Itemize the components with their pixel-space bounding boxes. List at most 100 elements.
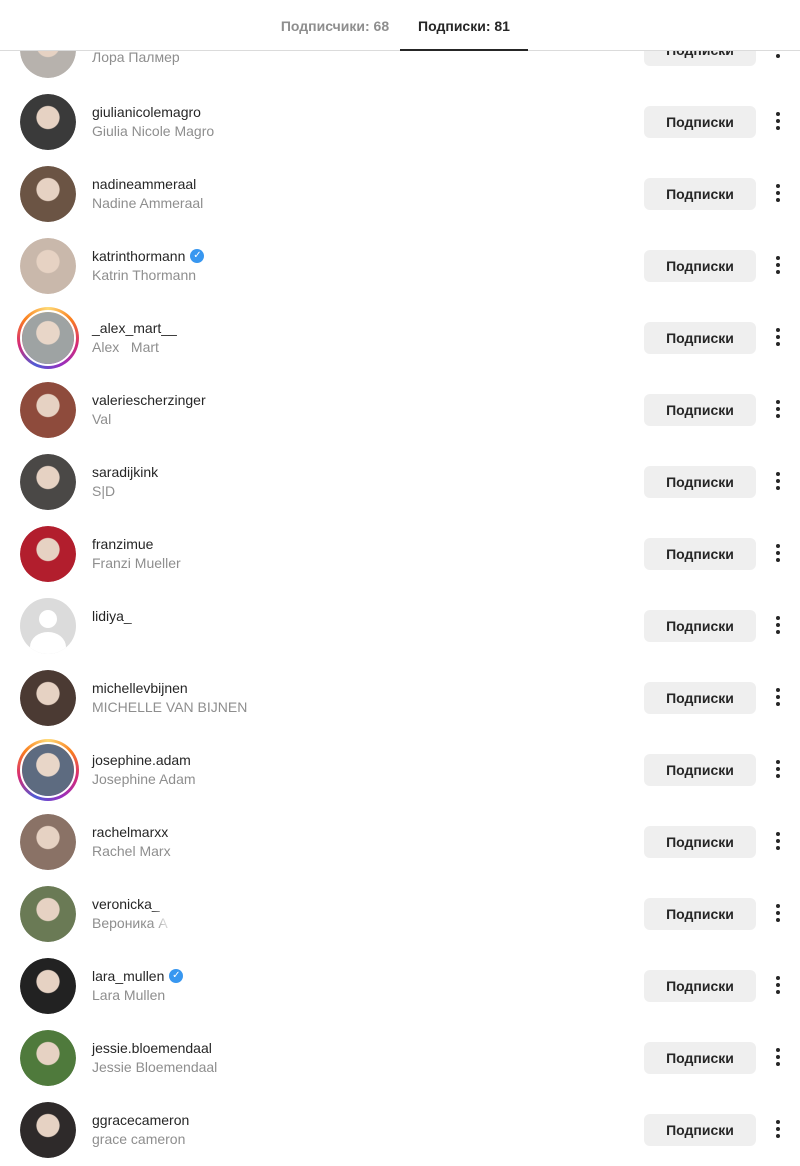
more-vertical-icon[interactable] <box>768 1046 788 1070</box>
username[interactable]: michellevbijnen <box>92 679 247 697</box>
avatar[interactable] <box>20 598 76 654</box>
more-vertical-icon[interactable] <box>768 902 788 926</box>
username-text[interactable]: giulianicolemagro <box>92 103 201 121</box>
following-button[interactable]: Подписки <box>644 250 756 282</box>
more-vertical-icon[interactable] <box>768 398 788 422</box>
username[interactable]: katrinthormann ✓ <box>92 247 205 265</box>
avatar[interactable] <box>20 958 76 1014</box>
following-button[interactable]: Подписки <box>644 826 756 858</box>
avatar[interactable] <box>20 1102 76 1158</box>
username-text[interactable]: katrinthormann <box>92 247 185 265</box>
full-name: Lara Mullen <box>92 987 166 1003</box>
username-text[interactable]: veronicka_ <box>92 895 160 913</box>
avatar[interactable] <box>20 238 76 294</box>
list-item[interactable]: valeriescherzinger Val Подписки <box>0 374 800 446</box>
following-button[interactable]: Подписки <box>644 898 756 930</box>
username[interactable]: jessie.bloemendaal <box>92 1039 217 1057</box>
more-vertical-icon[interactable] <box>768 110 788 134</box>
list-item[interactable]: _alex_mart__ Alex Mart Подписки <box>0 302 800 374</box>
avatar[interactable] <box>20 166 76 222</box>
username[interactable]: lara_mullen ✓ <box>92 967 184 985</box>
username-text[interactable]: saradijkink <box>92 463 158 481</box>
more-vertical-icon[interactable] <box>768 686 788 710</box>
more-vertical-icon[interactable] <box>768 974 788 998</box>
following-button[interactable]: Подписки <box>644 970 756 1002</box>
following-button[interactable]: Подписки <box>644 1042 756 1074</box>
username-text[interactable]: valeriescherzinger <box>92 391 206 409</box>
following-button[interactable]: Подписки <box>644 466 756 498</box>
username[interactable]: _alex_mart__ <box>92 319 177 337</box>
username-text[interactable]: jessie.bloemendaal <box>92 1039 212 1057</box>
avatar[interactable] <box>20 526 76 582</box>
username-text[interactable]: _alex_mart__ <box>92 319 177 337</box>
username-text[interactable]: rachelmarxx <box>92 823 168 841</box>
username[interactable]: rachelmarxx <box>92 823 171 841</box>
following-button[interactable]: Подписки <box>644 1114 756 1146</box>
username[interactable]: josephine.adam <box>92 751 196 769</box>
following-button[interactable]: Подписки <box>644 754 756 786</box>
full-name: S|D <box>92 483 116 499</box>
list-item[interactable]: jessie.bloemendaal Jessie Bloemendaal Подп… <box>0 1022 800 1094</box>
more-vertical-icon[interactable] <box>768 326 788 350</box>
following-button[interactable]: Подписки <box>644 394 756 426</box>
more-vertical-icon[interactable] <box>768 470 788 494</box>
list-item[interactable]: rachelmarxx Rachel Marx Подписки <box>0 806 800 878</box>
following-button[interactable]: Подписки <box>644 610 756 642</box>
following-button[interactable]: Подписки <box>644 682 756 714</box>
avatar[interactable] <box>20 886 76 942</box>
username-text[interactable]: josephine.adam <box>92 751 191 769</box>
more-vertical-icon[interactable] <box>768 254 788 278</box>
username[interactable]: veronicka_ <box>92 895 168 913</box>
username[interactable]: saradijkink <box>92 463 158 481</box>
username-text[interactable]: lara_mullen <box>92 967 164 985</box>
list-item[interactable]: saradijkink S|D Подписки <box>0 446 800 518</box>
avatar[interactable] <box>20 382 76 438</box>
more-vertical-icon[interactable] <box>768 1118 788 1142</box>
following-button[interactable]: Подписки <box>644 106 756 138</box>
verified-badge-icon: ✓ <box>169 969 184 983</box>
more-vertical-icon[interactable] <box>768 614 788 638</box>
avatar[interactable] <box>17 307 79 369</box>
username[interactable]: lidiya_ <box>92 607 132 625</box>
following-button[interactable]: Подписки <box>644 178 756 210</box>
avatar[interactable] <box>20 1030 76 1086</box>
list-item[interactable]: josephine.adam Josephine Adam Подписки <box>0 734 800 806</box>
username[interactable]: valeriescherzinger <box>92 391 206 409</box>
list-item[interactable]: franzimue Franzi Mueller Подписки <box>0 518 800 590</box>
more-vertical-icon[interactable] <box>768 542 788 566</box>
avatar[interactable] <box>20 670 76 726</box>
list-item[interactable]: nadineammeraal Nadine Ammeraal Подписки <box>0 158 800 230</box>
username-text[interactable]: nadineammeraal <box>92 175 196 193</box>
list-item[interactable]: ggracecameron grace cameron Подписки <box>0 1094 800 1166</box>
username-text[interactable]: michellevbijnen <box>92 679 188 697</box>
full-name: Alex Mart <box>92 339 159 355</box>
list-item[interactable]: michellevbijnen MICHELLE VAN BIJNEN Подпис… <box>0 662 800 734</box>
tab-followers[interactable]: Подписчики: 68 <box>270 0 400 50</box>
following-button[interactable]: Подписки <box>644 322 756 354</box>
list-item[interactable]: katrinthormann ✓ Katrin Thormann Подписки <box>0 230 800 302</box>
list-item[interactable]: giulianicolemagro Giulia Nicole Magro Подп… <box>0 86 800 158</box>
following-button[interactable]: Подписки <box>644 538 756 570</box>
username-text[interactable]: franzimue <box>92 535 153 553</box>
username[interactable]: franzimue <box>92 535 181 553</box>
list-item[interactable]: lidiya_ Подписки <box>0 590 800 662</box>
more-vertical-icon[interactable] <box>768 182 788 206</box>
more-vertical-icon[interactable] <box>768 758 788 782</box>
more-vertical-icon[interactable] <box>768 830 788 854</box>
avatar[interactable] <box>20 94 76 150</box>
tab-following[interactable]: Подписки: 81 <box>400 0 528 51</box>
avatar[interactable] <box>17 739 79 801</box>
username[interactable]: giulianicolemagro <box>92 103 214 121</box>
username[interactable]: ggracecameron <box>92 1111 189 1129</box>
username-text[interactable]: ggracecameron <box>92 1111 189 1129</box>
redaction-blur <box>160 868 270 938</box>
avatar[interactable] <box>20 814 76 870</box>
avatar[interactable] <box>20 454 76 510</box>
list-item[interactable]: veronicka_ Вероника А Подписки <box>0 868 800 950</box>
username-text[interactable]: lidiya_ <box>92 607 132 625</box>
redaction-blur <box>135 608 253 634</box>
following-list: Лора ПалмерПодпискиgiulianicolemagroGiul… <box>0 14 800 1166</box>
tab-bar: Подписчики: 68 Подписки: 81 <box>0 0 800 51</box>
list-item[interactable]: lara_mullen ✓ Lara Mullen Подписки <box>0 950 800 1022</box>
username[interactable]: nadineammeraal <box>92 175 203 193</box>
